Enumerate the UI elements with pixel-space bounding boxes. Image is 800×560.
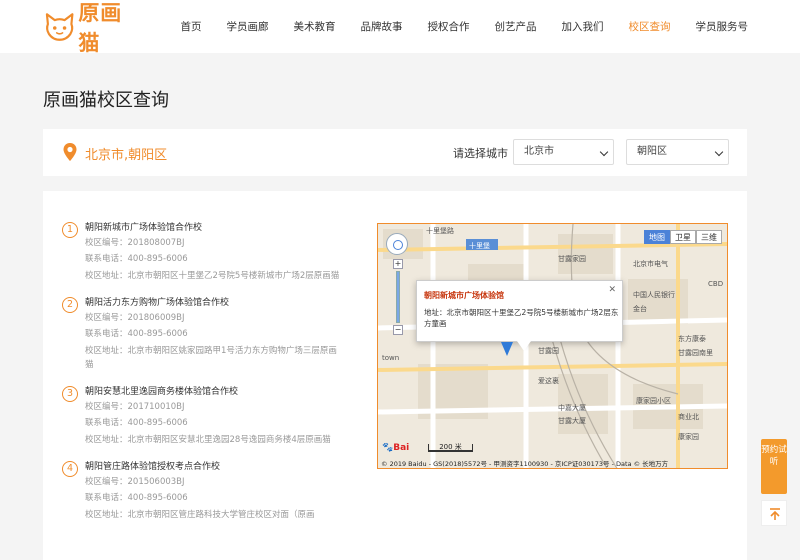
map-label: 十里堡路: [426, 227, 454, 235]
campus-address: 校区地址：北京市朝阳区安慧北里逸园28号逸园商务楼4层原画猫: [85, 435, 331, 445]
map-scale-bar: 200 米: [428, 444, 473, 452]
item-index-badge: 3: [62, 386, 78, 402]
zoom-in-button[interactable]: +: [393, 259, 403, 269]
list-item[interactable]: 2 朝阳活力东方购物广场体验馆合作校 校区编号：201806009BJ 联系电话…: [62, 297, 342, 372]
campus-address: 校区地址：北京市朝阳区十里堡乙2号院5号楼新城市广场2层原画猫: [85, 271, 340, 281]
nav-item-brand-story[interactable]: 品牌故事: [361, 19, 403, 34]
map-label: 中嘉大厦: [558, 404, 586, 412]
map-label: 金台: [633, 305, 647, 313]
district-select[interactable]: 朝阳区: [626, 139, 729, 165]
campus-name[interactable]: 朝阳安慧北里逸园商务楼体验馆合作校: [85, 386, 342, 399]
nav-item-campus-search[interactable]: 校区查询: [629, 19, 671, 34]
nav-item-home[interactable]: 首页: [181, 19, 202, 34]
campus-code: 校区编号：201808007BJ: [85, 238, 185, 248]
map-type-3d[interactable]: 三维: [696, 230, 722, 244]
district-select-value: 朝阳区: [637, 146, 667, 157]
header: 原画猫 首页 学员画廊 美术教育 品牌故事 授权合作 创艺产品 加入我们 校区查…: [0, 0, 800, 55]
campus-name[interactable]: 朝阳新城市广场体验馆合作校: [85, 222, 342, 235]
map-label-district: 康家园小区: [636, 397, 671, 405]
page-title: 原画猫校区查询: [43, 90, 169, 111]
zoom-out-button[interactable]: −: [393, 325, 403, 335]
logo[interactable]: 原画猫: [43, 1, 143, 55]
info-window-address: 地址：北京市朝阳区十里堡乙2号院5号楼新城市广场2层东方童画: [424, 308, 619, 328]
map-label: 商业北: [678, 413, 699, 421]
list-item[interactable]: 4 朝阳管庄路体验馆授权考点合作校 校区编号：201506003BJ 联系电话：…: [62, 461, 342, 522]
map-label: 甘露家园: [558, 255, 586, 263]
chevron-down-icon: [714, 147, 724, 157]
map-marker-icon[interactable]: [501, 342, 513, 356]
item-index-badge: 1: [62, 222, 78, 238]
map-copyright: © 2019 Baidu - GS(2018)5572号 - 甲测资字11009…: [381, 460, 669, 468]
brand-name: 原画猫: [78, 1, 123, 55]
campus-phone: 联系电话：400-895-6006: [85, 329, 188, 339]
book-trial-label: 预约试听: [761, 445, 787, 467]
info-window-title: 朝阳新城市广场体验馆: [424, 291, 504, 300]
item-index-badge: 4: [62, 461, 78, 477]
map-type-satellite[interactable]: 卫星: [670, 230, 696, 244]
filter-bar: 北京市,朝阳区 请选择城市 北京市 朝阳区: [43, 129, 747, 176]
current-location: 北京市,朝阳区: [85, 148, 168, 163]
campus-list: 1 朝阳新城市广场体验馆合作校 校区编号：201808007BJ 联系电话：40…: [62, 220, 342, 536]
map-type-switcher: 地图 卫星 三维: [644, 230, 722, 244]
campus-results: 1 朝阳新城市广场体验馆合作校 校区编号：201808007BJ 联系电话：40…: [43, 191, 747, 560]
campus-code: 校区编号：201506003BJ: [85, 477, 185, 487]
city-select[interactable]: 北京市: [513, 139, 614, 165]
map-zoom-control: + −: [393, 259, 403, 335]
map-label-subway: 十里堡: [469, 242, 490, 250]
book-trial-button[interactable]: 预约试听: [761, 439, 787, 494]
campus-phone: 联系电话：400-895-6006: [85, 254, 188, 264]
campus-phone: 联系电话：400-895-6006: [85, 418, 188, 428]
campus-code: 校区编号：201806009BJ: [85, 313, 185, 323]
map-label: 甘露大厦: [558, 417, 586, 425]
baidu-logo: 🐾Bai: [382, 443, 410, 453]
campus-address: 校区地址：北京市朝阳区姚家园路甲1号活力东方购物广场三层原画猫: [85, 346, 337, 370]
zoom-slider[interactable]: [396, 271, 400, 323]
map-type-map[interactable]: 地图: [644, 230, 670, 244]
campus-name[interactable]: 朝阳活力东方购物广场体验馆合作校: [85, 297, 342, 310]
map-label: 中国人民银行: [633, 291, 675, 299]
list-item[interactable]: 1 朝阳新城市广场体验馆合作校 校区编号：201808007BJ 联系电话：40…: [62, 222, 342, 283]
location-pin-icon: [63, 143, 77, 161]
campus-address: 校区地址：北京市朝阳区管庄路科技大学管庄校区对面（原画: [85, 510, 315, 520]
campus-code: 校区编号：201710010BJ: [85, 402, 185, 412]
list-item[interactable]: 3 朝阳安慧北里逸园商务楼体验馆合作校 校区编号：201710010BJ 联系电…: [62, 386, 342, 447]
nav-item-gallery[interactable]: 学员画廊: [227, 19, 269, 34]
map-label: 北京市电气: [633, 260, 668, 268]
map-pan-icon[interactable]: [386, 233, 408, 255]
map-label: 康家园: [678, 433, 699, 441]
cat-logo-icon: [45, 13, 74, 41]
city-select-label: 请选择城市: [453, 147, 508, 160]
chevron-down-icon: [599, 147, 609, 157]
campus-phone: 联系电话：400-895-6006: [85, 493, 188, 503]
map-label: 东方康泰: [678, 335, 706, 343]
back-to-top-button[interactable]: [761, 500, 787, 526]
map-label: CBD: [708, 280, 724, 288]
nav-item-partnership[interactable]: 授权合作: [428, 19, 470, 34]
map-label: 甘露园南里: [678, 349, 713, 357]
arrow-up-icon: [770, 508, 780, 520]
campus-name[interactable]: 朝阳管庄路体验馆授权考点合作校: [85, 461, 342, 474]
main-nav: 首页 学员画廊 美术教育 品牌故事 授权合作 创艺产品 加入我们 校区查询 学员…: [156, 0, 749, 53]
item-index-badge: 2: [62, 297, 78, 313]
nav-item-products[interactable]: 创艺产品: [495, 19, 537, 34]
map-label: town: [382, 354, 400, 362]
nav-item-art-education[interactable]: 美术教育: [294, 19, 336, 34]
close-icon[interactable]: ✕: [608, 285, 616, 295]
map-label: 甘露园: [538, 347, 559, 355]
map-label: 爱这裏: [538, 377, 559, 385]
nav-item-join-us[interactable]: 加入我们: [562, 19, 604, 34]
map-info-window: 朝阳新城市广场体验馆 ✕ 地址：北京市朝阳区十里堡乙2号院5号楼新城市广场2层东…: [416, 280, 623, 351]
city-select-value: 北京市: [524, 146, 554, 157]
nav-item-student-service[interactable]: 学员服务号: [696, 19, 749, 34]
campus-map[interactable]: 十里堡路 十里堡 北京市电气 甘露家园 中国人民银行 CBD 金台 东方康泰 甘…: [377, 223, 728, 469]
